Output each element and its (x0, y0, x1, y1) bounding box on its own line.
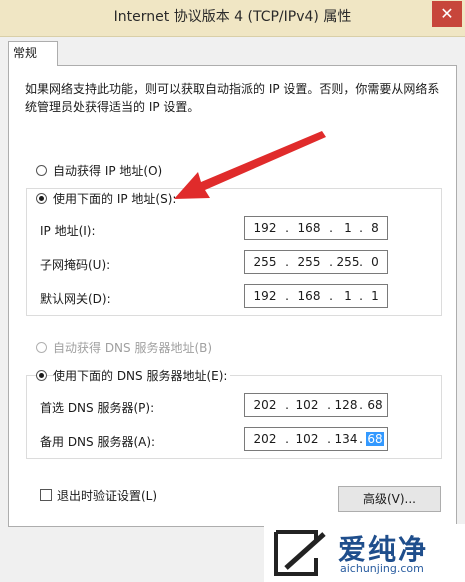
validate-checkbox[interactable] (40, 489, 52, 501)
octet: 102 (295, 398, 319, 412)
ip-address-label: IP 地址(I): (40, 224, 96, 238)
preferred-dns-field[interactable]: 202 . 102 . 128 . 68 (244, 393, 388, 417)
auto-ip-label: 自动获得 IP 地址(O) (53, 164, 163, 178)
manual-dns-label: 使用下面的 DNS 服务器地址(E): (53, 367, 231, 384)
octet: 202 (253, 398, 277, 412)
alternate-dns-label: 备用 DNS 服务器(A): (40, 435, 156, 449)
alternate-dns-field[interactable]: 202 . 102 . 134 . 68 (244, 427, 388, 451)
validate-label: 退出时验证设置(L) (57, 489, 158, 503)
preferred-dns-label: 首选 DNS 服务器(P): (40, 401, 155, 415)
watermark-logo-icon (274, 530, 326, 576)
octet: 192 (253, 221, 277, 235)
octet-dot: . (329, 289, 333, 303)
selected-octet-text: 68 (366, 432, 384, 446)
octet: 192 (253, 289, 277, 303)
octet: 202 (253, 432, 277, 446)
radio-auto-dns[interactable] (36, 342, 47, 353)
subnet-label: 子网掩码(U): (40, 258, 111, 272)
octet: 102 (295, 432, 319, 446)
tab-general[interactable]: 常规 (8, 41, 58, 66)
octet: 168 (297, 289, 321, 303)
gateway-field[interactable]: 192 . 168 . 1 . 1 (244, 284, 388, 308)
octet: 8 (371, 221, 379, 235)
octet: 255 (297, 255, 321, 269)
advanced-button[interactable]: 高级(V)... (338, 486, 441, 512)
octet-dot: . (285, 221, 289, 235)
octet: 255 (253, 255, 277, 269)
subnet-field[interactable]: 255 . 255 . 255 . 0 (244, 250, 388, 274)
octet-dot: . (329, 221, 333, 235)
octet: 0 (371, 255, 379, 269)
octet-dot: . (285, 289, 289, 303)
gateway-label: 默认网关(D): (40, 292, 111, 306)
window-title: Internet 协议版本 4 (TCP/IPv4) 属性 (113, 9, 352, 25)
ip-address-field[interactable]: 192 . 168 . 1 . 8 (244, 216, 388, 240)
manual-ip-label: 使用下面的 IP 地址(S): (53, 190, 180, 207)
radio-auto-ip[interactable] (36, 165, 47, 176)
description-text: 如果网络支持此功能，则可以获取自动指派的 IP 设置。否则，你需要从网络系统管理… (25, 82, 440, 114)
octet-dot: . (285, 255, 289, 269)
watermark-url: aichunjing.com (340, 562, 424, 575)
octet: 168 (297, 221, 321, 235)
octet-selected: 68 (363, 428, 387, 450)
radio-manual-ip[interactable] (36, 193, 47, 204)
auto-dns-label: 自动获得 DNS 服务器地址(B) (53, 341, 213, 355)
close-button[interactable]: ✕ (432, 1, 462, 27)
radio-manual-dns[interactable] (36, 370, 47, 381)
octet: 68 (367, 398, 383, 412)
octet: 1 (371, 289, 379, 303)
